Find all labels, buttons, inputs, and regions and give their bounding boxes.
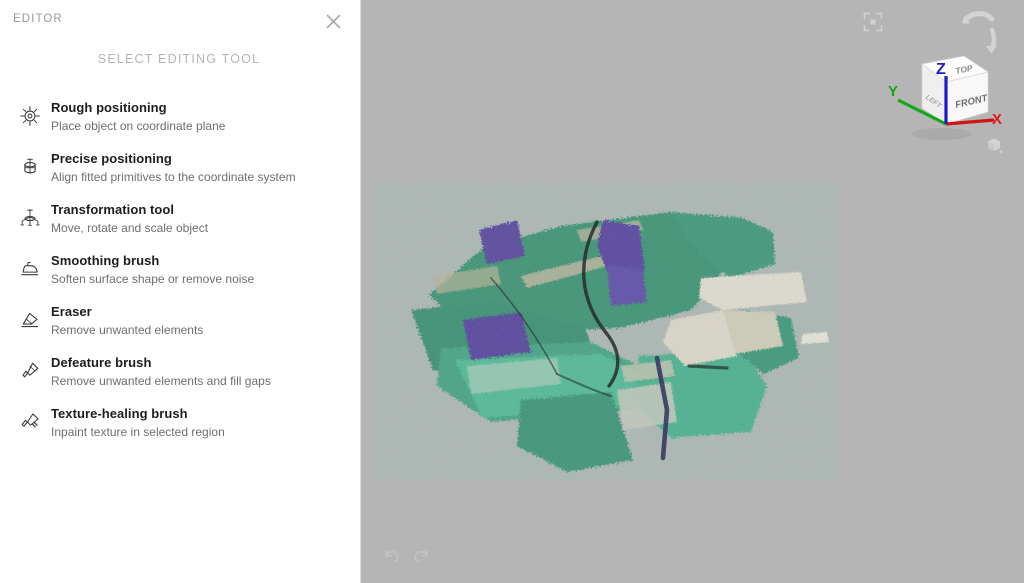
tool-description: Align fitted primitives to the coordinat… (51, 169, 296, 186)
crosshair-target-icon (13, 99, 47, 133)
tool-item-eraser[interactable]: Eraser Remove unwanted elements (0, 295, 360, 346)
tool-text: Rough positioning Place object on coordi… (47, 98, 225, 135)
box-view-button[interactable] (984, 135, 1004, 155)
close-icon (326, 14, 341, 29)
tool-item-defeature-brush[interactable]: Defeature brush Remove unwanted elements… (0, 346, 360, 397)
panel-subtitle: SELECT EDITING TOOL (0, 52, 360, 66)
tool-item-rough-positioning[interactable]: Rough positioning Place object on coordi… (0, 91, 360, 142)
cylinder-axis-icon (13, 150, 47, 184)
editor-panel: EDITOR SELECT EDITING TOOL (0, 0, 361, 583)
tool-text: Precise positioning Align fitted primiti… (47, 149, 296, 186)
fit-to-view-icon (863, 12, 883, 32)
tool-name: Defeature brush (51, 355, 151, 370)
page-title: EDITOR (13, 13, 360, 25)
tool-name: Smoothing brush (51, 253, 159, 268)
tool-description: Soften surface shape or remove noise (51, 271, 254, 288)
undo-button[interactable] (382, 546, 402, 566)
panel-header: EDITOR (0, 0, 360, 40)
tool-text: Defeature brush Remove unwanted elements… (47, 353, 271, 390)
tool-list: Rough positioning Place object on coordi… (0, 91, 360, 448)
tool-text: Texture-healing brush Inpaint texture in… (47, 404, 225, 441)
tool-description: Move, rotate and scale object (51, 220, 208, 237)
tool-item-smoothing-brush[interactable]: Smoothing brush Soften surface shape or … (0, 244, 360, 295)
redo-icon (411, 546, 431, 566)
tool-name: Rough positioning (51, 100, 167, 115)
tool-description: Remove unwanted elements (51, 322, 203, 339)
tool-name: Eraser (51, 304, 92, 319)
redo-button[interactable] (411, 546, 431, 566)
tool-name: Transformation tool (51, 202, 174, 217)
box-view-icon (984, 135, 1004, 155)
tool-description: Remove unwanted elements and fill gaps (51, 373, 271, 390)
axis-label-y: Y (888, 83, 898, 100)
tool-name: Texture-healing brush (51, 406, 188, 421)
defeature-brush-icon (13, 354, 47, 388)
tool-text: Eraser Remove unwanted elements (47, 302, 203, 339)
tool-text: Transformation tool Move, rotate and sca… (47, 200, 208, 237)
tool-text: Smoothing brush Soften surface shape or … (47, 251, 254, 288)
tool-description: Place object on coordinate plane (51, 118, 225, 135)
3d-viewport[interactable]: TOP FRONT LEFT Y X Z (361, 0, 1024, 583)
tool-item-transformation-tool[interactable]: Transformation tool Move, rotate and sca… (0, 193, 360, 244)
axis-label-x: X (992, 111, 1002, 128)
point-cloud-model (371, 160, 841, 480)
undo-icon (382, 546, 402, 566)
tool-description: Inpaint texture in selected region (51, 424, 225, 441)
eraser-icon (13, 303, 47, 337)
iron-smoothing-icon (13, 252, 47, 286)
axis-label-z: Z (936, 61, 946, 78)
tool-name: Precise positioning (51, 151, 172, 166)
transform-gizmo-icon (13, 201, 47, 235)
tool-item-precise-positioning[interactable]: Precise positioning Align fitted primiti… (0, 142, 360, 193)
editor-app: EDITOR SELECT EDITING TOOL (0, 0, 1024, 583)
fit-to-view-button[interactable] (863, 12, 883, 32)
texture-healing-brush-icon (13, 405, 47, 439)
tool-item-texture-healing-brush[interactable]: Texture-healing brush Inpaint texture in… (0, 397, 360, 448)
close-button[interactable] (322, 10, 344, 32)
